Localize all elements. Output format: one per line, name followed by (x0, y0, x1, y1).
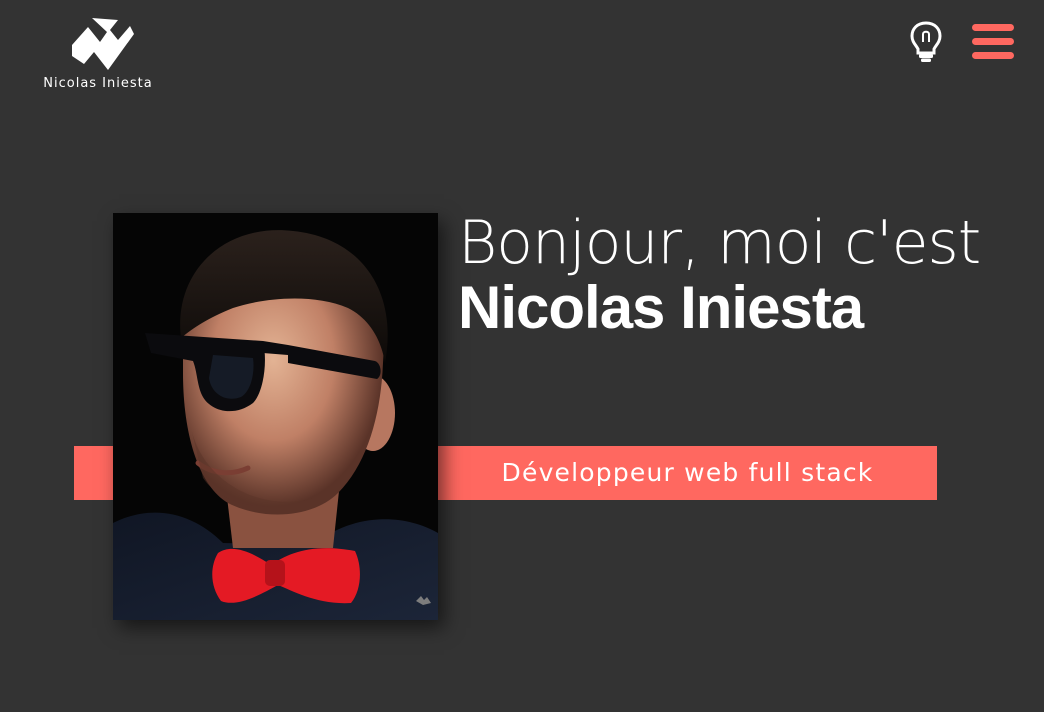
greeting-text: Bonjour, moi c'est (458, 208, 981, 278)
hamburger-menu-icon[interactable] (970, 22, 1016, 62)
logo-text: Nicolas Iniesta (43, 76, 153, 91)
hero-heading: Bonjour, moi c'est Nicolas Iniesta (458, 208, 981, 341)
logo-icon (72, 18, 134, 70)
job-title: Développeur web full stack (501, 458, 874, 487)
menu-bar-bottom (972, 52, 1014, 59)
menu-bar-middle (972, 38, 1014, 45)
hero-name: Nicolas Iniesta (458, 274, 864, 341)
menu-bar-top (972, 24, 1014, 31)
portrait-photo (113, 213, 438, 620)
logo-link[interactable]: Nicolas Iniesta (30, 18, 166, 96)
lightbulb-icon[interactable] (906, 20, 946, 64)
